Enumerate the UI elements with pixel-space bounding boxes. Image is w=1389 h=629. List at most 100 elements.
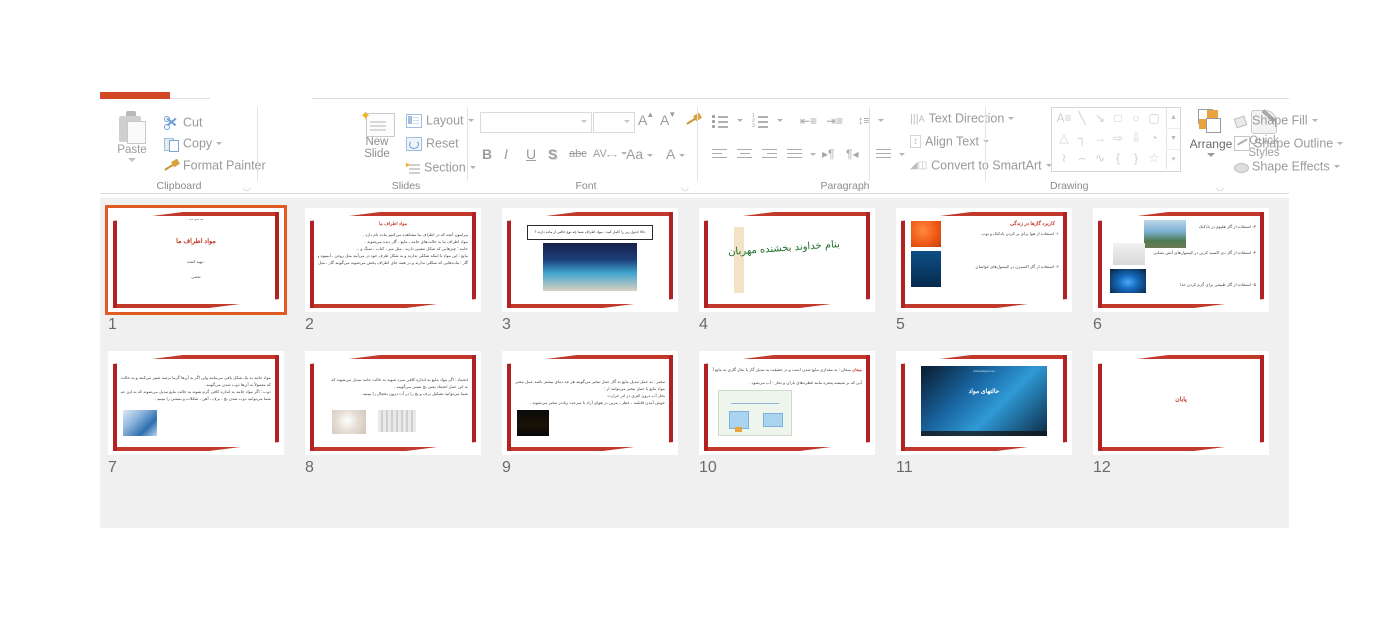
right-arrow-icon[interactable]: ⇨ bbox=[1109, 129, 1127, 147]
slide-thumbnail-cell[interactable]: به نام خدا مواد اطراف ما تهیه کننده : نجمی 1 bbox=[105, 205, 288, 334]
slide-thumbnail-8[interactable]: انجماد : اگر مواد مایع به اندازه کافی سر… bbox=[305, 351, 481, 455]
arrange-button[interactable]: Arrange bbox=[1186, 107, 1236, 157]
increase-indent-button[interactable]: ⇥≡ bbox=[826, 113, 847, 128]
drawing-dialog-launcher-icon[interactable]: ◡ bbox=[1216, 183, 1225, 192]
font-size-input[interactable] bbox=[593, 112, 635, 133]
align-right-button[interactable] bbox=[762, 147, 781, 161]
arc-icon[interactable]: ⌢ bbox=[1073, 149, 1091, 167]
elbow-connector-icon[interactable]: ┐ bbox=[1073, 129, 1091, 147]
change-case-button[interactable]: Aa bbox=[626, 146, 654, 162]
justify-button[interactable] bbox=[787, 147, 816, 161]
slide-thumbnail-9[interactable]: تبخیر : به عمل تبدیل مایع به گاز عمل تبخ… bbox=[502, 351, 678, 455]
chevron-down-icon[interactable] bbox=[647, 154, 654, 158]
chevron-down-icon[interactable] bbox=[810, 153, 816, 157]
character-spacing-button[interactable]: AV⟷ bbox=[593, 146, 627, 160]
layout-button[interactable]: Layout bbox=[406, 113, 474, 128]
chevron-down-icon[interactable] bbox=[624, 120, 630, 123]
line-spacing-button[interactable]: ↕≡ bbox=[858, 113, 884, 127]
shape-outline-button[interactable]: Shape Outline bbox=[1234, 136, 1344, 152]
slide-thumbnail-cell[interactable]: پایان 12 bbox=[1093, 351, 1273, 477]
slide-thumbnail-cell[interactable]: کاربرد گازها در زندگی ۱- استفاده از هوا ب… bbox=[896, 208, 1076, 334]
rounded-rectangle-icon[interactable]: ▢ bbox=[1145, 109, 1163, 127]
flowchart-shape-icon[interactable]: ◔ bbox=[1145, 129, 1163, 147]
chevron-down-icon[interactable] bbox=[467, 119, 474, 123]
left-brace-icon[interactable]: { bbox=[1109, 149, 1127, 167]
bold-button[interactable]: B bbox=[482, 146, 492, 162]
chevron-down-icon[interactable] bbox=[737, 119, 743, 123]
slide-thumbnail-cell[interactable]: مواد اطراف ما پیرامون آنچه که در اطراف ما… bbox=[305, 208, 485, 334]
chevron-down-icon[interactable] bbox=[216, 142, 223, 146]
freeform-icon[interactable]: ≀ bbox=[1055, 149, 1073, 167]
shape-gallery[interactable]: A≡ ╲ ↘ □ ○ ▢ △ ┐ → ⇨ ⇩ ◔ ≀ ⌢ ∿{} ☆ ▲ ▼ ▾ bbox=[1051, 107, 1181, 172]
paste-button[interactable]: Paste bbox=[106, 107, 158, 173]
clipboard-dialog-launcher-icon[interactable]: ◡ bbox=[243, 183, 252, 192]
chevron-down-icon[interactable] bbox=[777, 119, 783, 123]
gallery-more-icon[interactable]: ▾ bbox=[1167, 150, 1180, 170]
format-painter-button[interactable]: Format Painter bbox=[164, 158, 266, 173]
text-shadow-button[interactable]: S bbox=[548, 146, 557, 162]
numbering-button[interactable]: 123 bbox=[752, 113, 783, 129]
font-color-button[interactable]: A bbox=[666, 146, 686, 162]
elbow-arrow-connector-icon[interactable]: → bbox=[1091, 129, 1109, 147]
star-icon[interactable]: ☆ bbox=[1145, 149, 1163, 167]
align-text-button[interactable]: ↕ Align Text bbox=[910, 134, 989, 149]
chevron-down-icon[interactable] bbox=[1008, 117, 1015, 121]
slide-thumbnail-6[interactable]: ۳- استفاده از گاز هلیوم در بادکنک ۴- استف… bbox=[1093, 208, 1269, 312]
slide-thumbnail-5[interactable]: کاربرد گازها در زندگی ۱- استفاده از هوا ب… bbox=[896, 208, 1072, 312]
chevron-down-icon[interactable] bbox=[877, 119, 884, 123]
strikethrough-button[interactable]: abc bbox=[569, 146, 587, 160]
decrease-indent-button[interactable]: ⇤≡ bbox=[800, 113, 821, 128]
align-left-button[interactable] bbox=[712, 147, 731, 161]
slide-thumbnail-cell[interactable]: انجماد : اگر مواد مایع به اندازه کافی سر… bbox=[305, 351, 485, 477]
slide-thumbnail-10[interactable]: میعان میعان : به مقداری مایع شدن است و د… bbox=[699, 351, 875, 455]
font-dialog-launcher-icon[interactable]: ◡ bbox=[681, 183, 690, 192]
clear-formatting-button[interactable] bbox=[686, 112, 705, 127]
paragraph-dialog-launcher-icon[interactable]: ◡ bbox=[856, 183, 865, 192]
slide-sorter-pane[interactable]: به نام خدا مواد اطراف ما تهیه کننده : نجمی 1… bbox=[100, 198, 1289, 528]
shape-fill-button[interactable]: Shape Fill bbox=[1233, 113, 1318, 129]
slide-thumbnail-cell[interactable]: میعان میعان : به مقداری مایع شدن است و د… bbox=[699, 351, 879, 477]
chevron-down-icon[interactable] bbox=[128, 158, 136, 162]
new-slide-button[interactable]: ✦ New Slide bbox=[352, 107, 402, 175]
video-progress-bar[interactable] bbox=[921, 431, 1047, 436]
chevron-down-icon[interactable] bbox=[1337, 142, 1344, 146]
right-to-left-button[interactable]: ¶◂ bbox=[846, 147, 858, 161]
slide-thumbnail-11[interactable]: www.tebyan.net حالتهای مواد bbox=[896, 351, 1072, 455]
section-button[interactable]: ▸ Section bbox=[406, 160, 476, 175]
slide-thumbnail-cell[interactable]: حالا جدول زیر را کامل کنید ، مواد اطراف … bbox=[502, 208, 682, 334]
slide-thumbnail-4[interactable]: بنام خداوند بخشنده مهربان bbox=[699, 208, 875, 312]
italic-button[interactable]: I bbox=[504, 146, 508, 162]
slide-thumbnail-2[interactable]: مواد اطراف ما پیرامون آنچه که در اطراف ما… bbox=[305, 208, 481, 312]
right-brace-icon[interactable]: } bbox=[1127, 149, 1145, 167]
active-tab-indicator[interactable] bbox=[100, 92, 170, 99]
slide-thumbnail-cell[interactable]: تبخیر : به عمل تبدیل مایع به گاز عمل تبخ… bbox=[502, 351, 682, 477]
copy-button[interactable]: Copy bbox=[164, 136, 223, 152]
slide-thumbnail-7[interactable]: مواد جامد به یک شکل باقی می‌مانند ولی اگ… bbox=[108, 351, 284, 455]
decrease-font-size-button[interactable]: A ▼ bbox=[660, 110, 676, 128]
reset-button[interactable]: Reset bbox=[406, 136, 459, 151]
scroll-down-icon[interactable]: ▼ bbox=[1167, 129, 1180, 150]
slide-thumbnail-cell[interactable]: www.tebyan.net حالتهای مواد 11 bbox=[896, 351, 1076, 477]
textbox-icon[interactable]: A≡ bbox=[1055, 109, 1073, 127]
rectangle-icon[interactable]: □ bbox=[1109, 109, 1127, 127]
left-to-right-button[interactable]: ▸¶ bbox=[822, 147, 834, 161]
font-name-input[interactable] bbox=[480, 112, 592, 133]
shape-gallery-scrollbar[interactable]: ▲ ▼ ▾ bbox=[1166, 108, 1180, 169]
slide-thumbnail-3[interactable]: حالا جدول زیر را کامل کنید ، مواد اطراف … bbox=[502, 208, 678, 312]
slide-thumbnail-cell[interactable]: مواد جامد به یک شکل باقی می‌مانند ولی اگ… bbox=[108, 351, 288, 477]
chevron-down-icon[interactable] bbox=[1333, 165, 1340, 169]
down-arrow-icon[interactable]: ⇩ bbox=[1127, 129, 1145, 147]
arrow-icon[interactable]: ↘ bbox=[1091, 109, 1109, 127]
curve-icon[interactable]: ∿ bbox=[1091, 149, 1109, 167]
cut-button[interactable]: Cut bbox=[164, 115, 202, 130]
shape-effects-button[interactable]: Shape Effects bbox=[1234, 159, 1340, 174]
scroll-up-icon[interactable]: ▲ bbox=[1167, 108, 1180, 129]
oval-icon[interactable]: ○ bbox=[1127, 109, 1145, 127]
chevron-down-icon[interactable] bbox=[899, 153, 905, 157]
increase-font-size-button[interactable]: A ▲ bbox=[638, 110, 654, 128]
text-direction-button[interactable]: |||A Text Direction bbox=[910, 111, 1015, 126]
convert-to-smartart-button[interactable]: ◢◫ Convert to SmartArt bbox=[910, 158, 1052, 173]
slide-thumbnail-cell[interactable]: بنام خداوند بخشنده مهربان 4 bbox=[699, 208, 879, 334]
chevron-down-icon[interactable] bbox=[581, 120, 587, 123]
slide-image-animation-video-frame[interactable]: www.tebyan.net حالتهای مواد bbox=[921, 366, 1047, 436]
